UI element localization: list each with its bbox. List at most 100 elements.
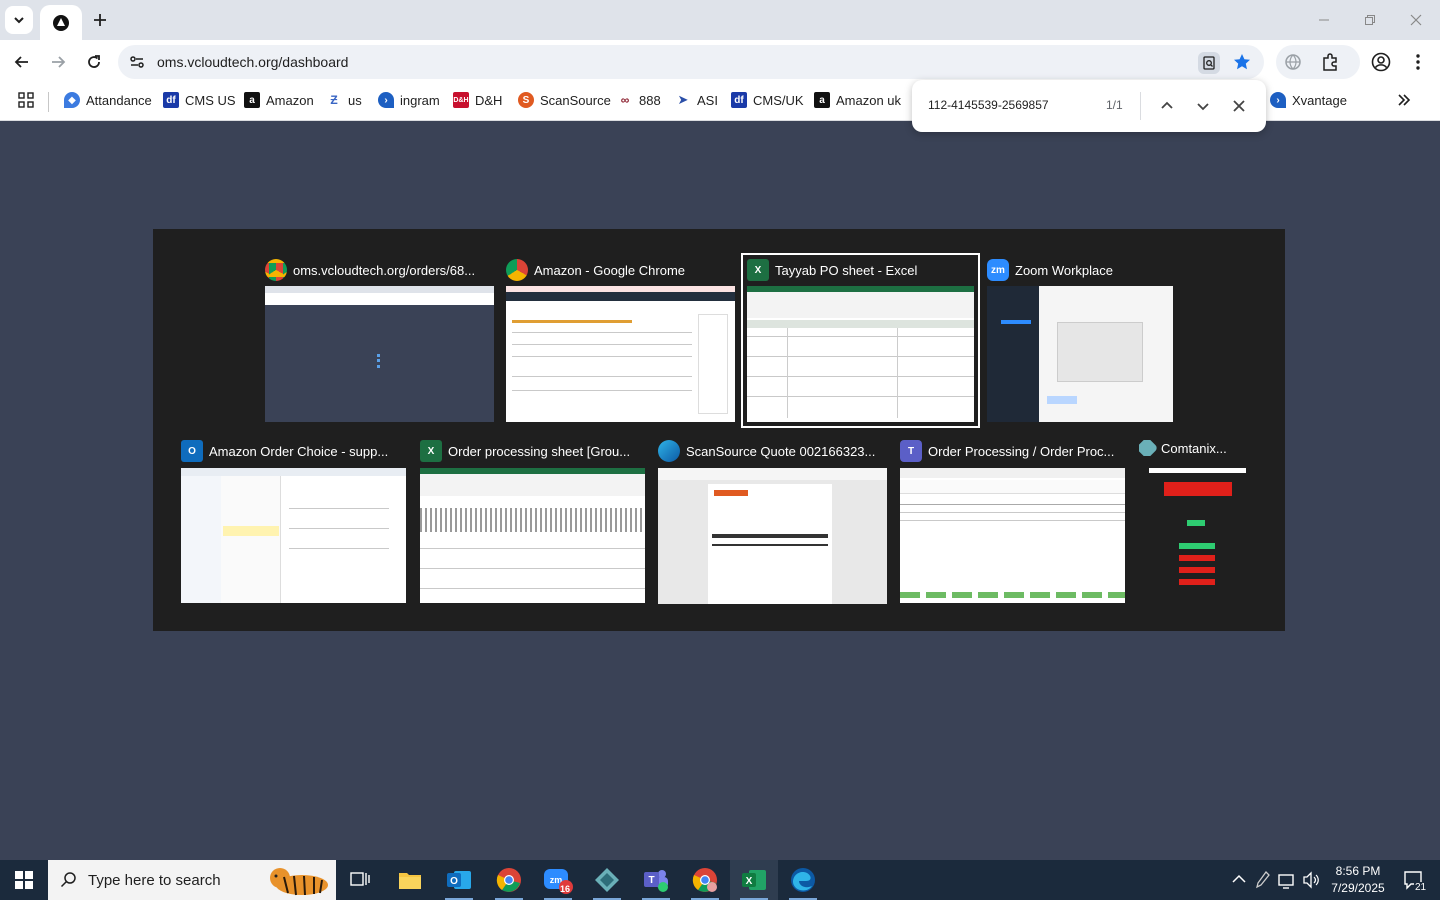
alt-tab-switcher: oms.vcloudtech.org/orders/68... Amazon -… — [153, 229, 1285, 631]
888-icon: ∞ — [617, 92, 633, 108]
start-button[interactable] — [0, 860, 48, 900]
volume-icon[interactable] — [1302, 871, 1320, 889]
tray-overflow-icon[interactable] — [1231, 871, 1247, 887]
clock-time: 8:56 PM — [1335, 864, 1381, 878]
outlook-icon: O — [447, 871, 471, 889]
bookmarks-divider — [48, 92, 49, 112]
zoom-icon: zm — [987, 259, 1009, 281]
task-view-button[interactable] — [336, 860, 384, 900]
site-info-icon[interactable] — [128, 53, 146, 71]
bookmark-amazon[interactable]: a Amazon — [244, 89, 314, 111]
find-input[interactable]: 112-4145539-2569857 — [928, 98, 1049, 112]
thumbnail-order-processing-sheet[interactable] — [420, 468, 645, 603]
tab-search-button[interactable] — [5, 6, 33, 34]
edge-icon — [791, 868, 815, 892]
window-title-oms-orders[interactable]: oms.vcloudtech.org/orders/68... — [265, 259, 491, 281]
close-icon — [1410, 14, 1422, 26]
dh-icon: D&H — [453, 92, 469, 108]
taskbar-file-explorer[interactable] — [386, 860, 434, 900]
scansource-icon: S — [518, 92, 534, 108]
taskbar-chrome-2[interactable] — [681, 860, 729, 900]
close-window-button[interactable] — [1404, 8, 1428, 32]
find-next-button[interactable] — [1191, 94, 1215, 118]
url-text[interactable]: oms.vcloudtech.org/dashboard — [157, 54, 348, 70]
taskbar-teams[interactable]: T — [632, 860, 680, 900]
apps-grid-icon[interactable] — [18, 92, 34, 108]
taskbar-chrome-1[interactable] — [485, 860, 533, 900]
taskbar-zoom[interactable]: zm 16 — [534, 860, 582, 900]
find-match-count: 1/1 — [1106, 98, 1123, 112]
taskbar-search-box[interactable]: Type here to search — [48, 860, 336, 900]
restore-icon — [1365, 15, 1375, 25]
find-close-button[interactable] — [1227, 94, 1251, 118]
bookmark-us[interactable]: Ƶus — [326, 89, 362, 111]
bookmark-attandance[interactable]: ◆ Attandance — [64, 89, 152, 111]
reload-button[interactable] — [82, 50, 106, 74]
find-previous-button[interactable] — [1155, 94, 1179, 118]
window-title-scansource-quote[interactable]: ScanSource Quote 002166323... — [658, 440, 884, 462]
window-title-zoom[interactable]: zm Zoom Workplace — [987, 259, 1167, 281]
back-button[interactable] — [10, 50, 34, 74]
extensions-area — [1276, 45, 1360, 79]
taskbar-edge[interactable] — [779, 860, 827, 900]
new-tab-button[interactable] — [88, 8, 112, 32]
chevron-up-icon — [1161, 101, 1173, 109]
forward-button[interactable] — [46, 50, 70, 74]
network-icon[interactable] — [1278, 871, 1296, 889]
thumbnail-order-processing-teams[interactable] — [900, 468, 1125, 603]
bookmark-888[interactable]: ∞ 888 — [617, 89, 661, 111]
restore-button[interactable] — [1358, 8, 1382, 32]
close-icon — [1233, 100, 1245, 112]
svg-text:T: T — [648, 875, 654, 886]
window-title-amazon-chrome[interactable]: Amazon - Google Chrome — [506, 259, 732, 281]
thumbnail-zoom[interactable] — [987, 286, 1173, 422]
window-title-tayyab-po[interactable]: X Tayyab PO sheet - Excel — [747, 259, 973, 281]
taskbar-outlook[interactable]: O — [435, 860, 483, 900]
find-in-page-icon[interactable] — [1198, 52, 1220, 74]
amazon-icon: a — [244, 92, 260, 108]
thumbnail-comtanix[interactable] — [1149, 468, 1246, 604]
chrome-icon — [692, 868, 717, 892]
taskbar-excel[interactable]: X — [730, 860, 778, 900]
notification-center-button[interactable]: 21 — [1392, 860, 1436, 900]
pen-tray-icon[interactable] — [1256, 871, 1270, 889]
bookmark-amazon-uk[interactable]: a Amazon uk — [814, 89, 901, 111]
bookmark-asi[interactable]: ➤ ASI — [675, 89, 718, 111]
window-title-order-processing-sheet[interactable]: X Order processing sheet [Grou... — [420, 440, 646, 462]
window-title-order-processing-teams[interactable]: T Order Processing / Order Proc... — [900, 440, 1126, 462]
bookmarks-overflow-icon[interactable] — [1396, 92, 1412, 108]
bookmark-star-icon[interactable] — [1232, 52, 1252, 72]
search-icon — [60, 872, 76, 888]
taskbar-clock[interactable]: 8:56 PM 7/29/2025 — [1328, 863, 1388, 897]
chrome-icon — [265, 259, 287, 281]
notification-count: 21 — [1414, 882, 1428, 893]
bookmark-ingram[interactable]: › ingram — [378, 89, 440, 111]
puzzle-extensions-icon[interactable] — [1320, 52, 1340, 72]
zoom-notification-badge: 16 — [560, 884, 571, 894]
amazon-uk-icon: a — [814, 92, 830, 108]
bookmark-cms-uk[interactable]: df CMS/UK — [731, 89, 804, 111]
bookmark-xvantage[interactable]: › Xvantage — [1270, 89, 1347, 111]
taskbar-comtanix[interactable] — [583, 860, 631, 900]
thumbnail-oms-orders[interactable] — [265, 286, 494, 422]
bookmark-cms-us[interactable]: df CMS US — [163, 89, 236, 111]
minimize-button[interactable] — [1312, 8, 1336, 32]
folder-icon — [399, 873, 421, 889]
thumbnail-scansource-quote[interactable] — [658, 468, 887, 604]
thumbnail-amazon-order-choice[interactable] — [181, 468, 406, 603]
chevron-down-icon — [1197, 103, 1209, 111]
active-tab[interactable] — [40, 5, 82, 40]
profile-icon[interactable] — [1371, 52, 1391, 72]
thumbnail-tayyab-po[interactable] — [747, 286, 974, 422]
bookmark-dh[interactable]: D&H D&H — [453, 89, 502, 111]
globe-extension-icon[interactable] — [1284, 53, 1302, 71]
window-title-comtanix[interactable]: Comtanix... — [1139, 440, 1249, 456]
comtanix-icon — [1139, 440, 1159, 456]
window-title-amazon-order-choice[interactable]: O Amazon Order Choice - supp... — [181, 440, 407, 462]
thumbnail-amazon-chrome[interactable] — [506, 286, 735, 422]
bookmark-scansource[interactable]: S ScanSource — [518, 89, 611, 111]
more-menu-icon[interactable] — [1410, 52, 1426, 72]
attendance-icon: ◆ — [64, 92, 80, 108]
address-bar[interactable]: oms.vcloudtech.org/dashboard — [118, 45, 1264, 79]
xvantage-icon: › — [1270, 92, 1286, 108]
